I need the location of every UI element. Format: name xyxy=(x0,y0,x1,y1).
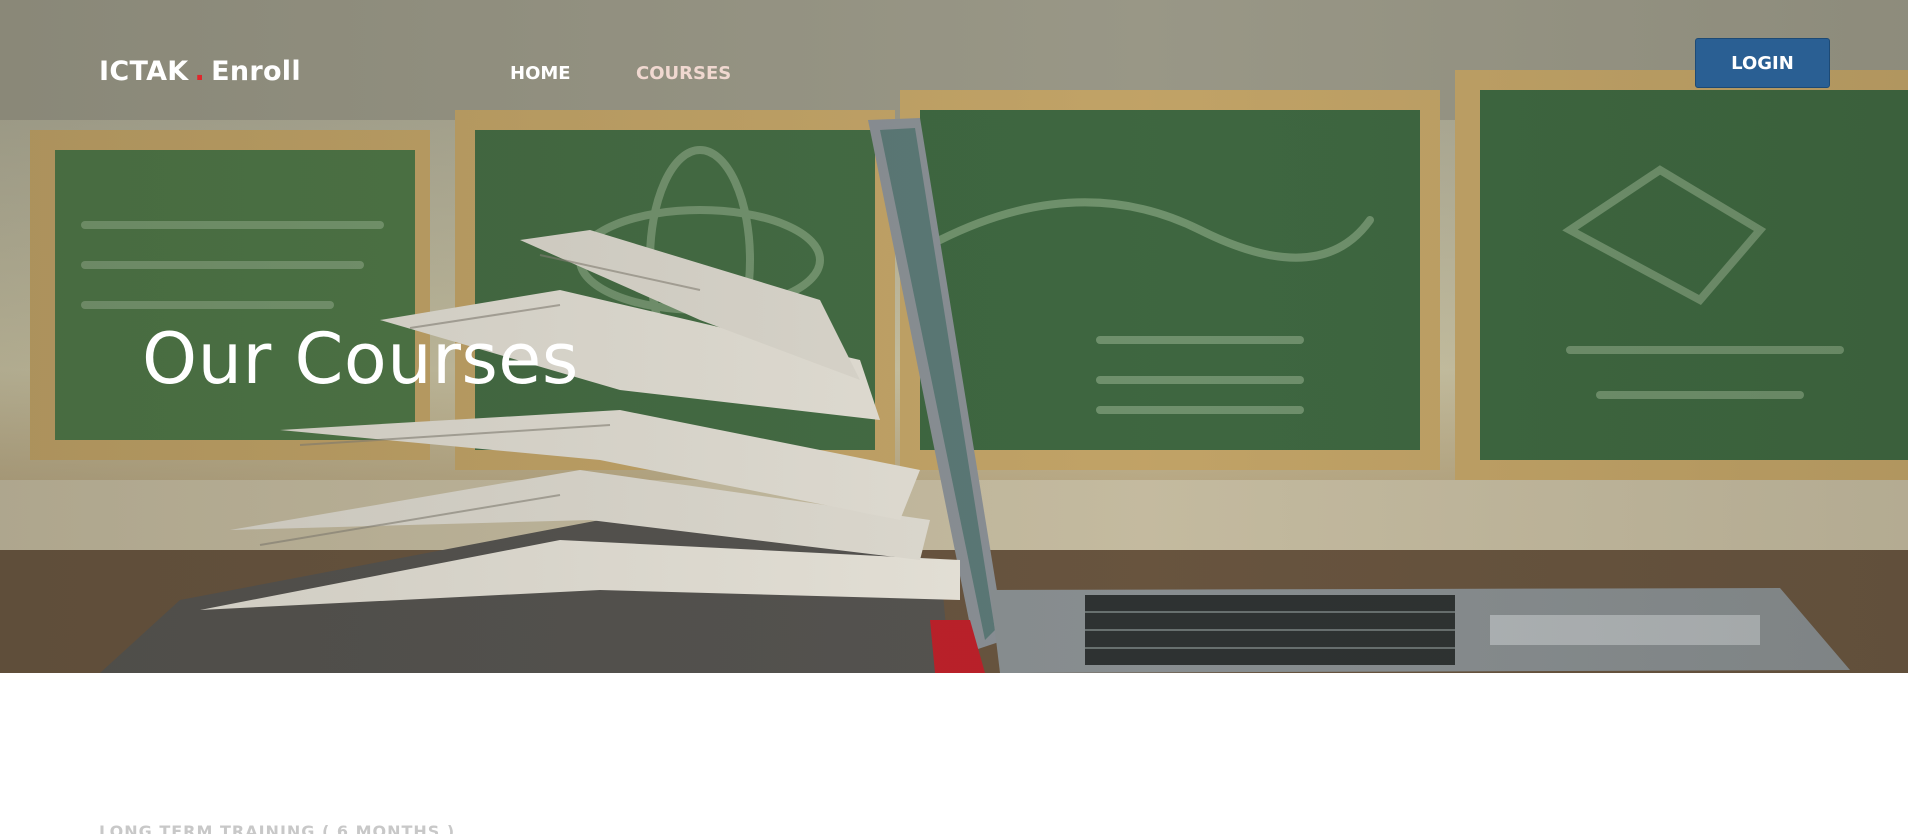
brand-name-left: ICTAK xyxy=(99,56,189,87)
login-button[interactable]: LOGIN xyxy=(1695,38,1830,88)
nav-home-link[interactable]: HOME xyxy=(510,63,571,84)
nav-courses-link[interactable]: COURSES xyxy=(636,63,731,84)
brand-dot: . xyxy=(194,56,206,87)
page: ICTAK. Enroll HOME COURSES LOGIN Our Cour… xyxy=(0,0,1920,834)
login-button-label: LOGIN xyxy=(1731,52,1794,74)
brand-name-right: Enroll xyxy=(211,56,301,87)
page-title: Our Courses xyxy=(142,318,579,400)
brand-logo[interactable]: ICTAK. Enroll xyxy=(99,56,301,87)
section-heading: LONG TERM TRAINING ( 6 MONTHS ) xyxy=(99,822,456,834)
